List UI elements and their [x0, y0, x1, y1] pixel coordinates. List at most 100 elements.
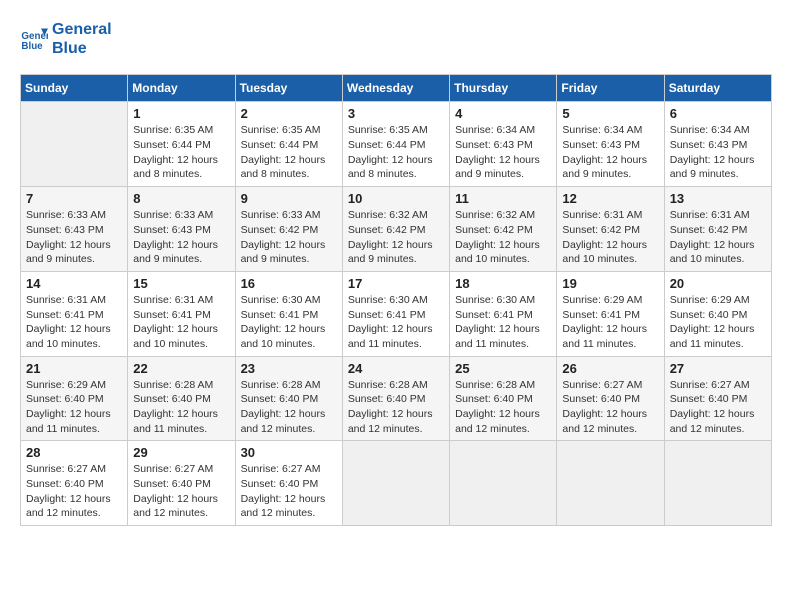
day-info: Sunrise: 6:33 AMSunset: 6:43 PMDaylight:… [26, 208, 122, 267]
calendar-body: 1 Sunrise: 6:35 AMSunset: 6:44 PMDaylight… [21, 102, 772, 526]
day-number: 4 [455, 106, 551, 121]
day-number: 30 [241, 445, 337, 460]
calendar-cell: 24 Sunrise: 6:28 AMSunset: 6:40 PMDayligh… [342, 356, 449, 441]
day-info: Sunrise: 6:35 AMSunset: 6:44 PMDaylight:… [241, 123, 337, 182]
calendar-cell: 29 Sunrise: 6:27 AMSunset: 6:40 PMDayligh… [128, 441, 235, 526]
day-number: 29 [133, 445, 229, 460]
day-info: Sunrise: 6:27 AMSunset: 6:40 PMDaylight:… [241, 462, 337, 521]
day-number: 11 [455, 191, 551, 206]
header-cell-tuesday: Tuesday [235, 75, 342, 102]
day-info: Sunrise: 6:28 AMSunset: 6:40 PMDaylight:… [241, 378, 337, 437]
day-number: 15 [133, 276, 229, 291]
day-number: 2 [241, 106, 337, 121]
day-info: Sunrise: 6:30 AMSunset: 6:41 PMDaylight:… [455, 293, 551, 352]
day-info: Sunrise: 6:27 AMSunset: 6:40 PMDaylight:… [26, 462, 122, 521]
day-info: Sunrise: 6:33 AMSunset: 6:43 PMDaylight:… [133, 208, 229, 267]
calendar-cell: 16 Sunrise: 6:30 AMSunset: 6:41 PMDayligh… [235, 271, 342, 356]
calendar-cell: 2 Sunrise: 6:35 AMSunset: 6:44 PMDaylight… [235, 102, 342, 187]
day-number: 16 [241, 276, 337, 291]
calendar-cell: 4 Sunrise: 6:34 AMSunset: 6:43 PMDaylight… [450, 102, 557, 187]
day-number: 13 [670, 191, 766, 206]
day-number: 24 [348, 361, 444, 376]
week-row-1: 7Sunrise: 6:33 AMSunset: 6:43 PMDaylight… [21, 187, 772, 272]
calendar-cell: 3 Sunrise: 6:35 AMSunset: 6:44 PMDaylight… [342, 102, 449, 187]
day-info: Sunrise: 6:31 AMSunset: 6:41 PMDaylight:… [133, 293, 229, 352]
calendar-cell: 26 Sunrise: 6:27 AMSunset: 6:40 PMDayligh… [557, 356, 664, 441]
calendar-cell: 19 Sunrise: 6:29 AMSunset: 6:41 PMDayligh… [557, 271, 664, 356]
day-info: Sunrise: 6:34 AMSunset: 6:43 PMDaylight:… [455, 123, 551, 182]
day-info: Sunrise: 6:31 AMSunset: 6:41 PMDaylight:… [26, 293, 122, 352]
day-number: 8 [133, 191, 229, 206]
day-info: Sunrise: 6:31 AMSunset: 6:42 PMDaylight:… [562, 208, 658, 267]
day-number: 18 [455, 276, 551, 291]
day-info: Sunrise: 6:28 AMSunset: 6:40 PMDaylight:… [455, 378, 551, 437]
week-row-2: 14 Sunrise: 6:31 AMSunset: 6:41 PMDayligh… [21, 271, 772, 356]
day-info: Sunrise: 6:30 AMSunset: 6:41 PMDaylight:… [241, 293, 337, 352]
day-info: Sunrise: 6:27 AMSunset: 6:40 PMDaylight:… [133, 462, 229, 521]
day-number: 6 [670, 106, 766, 121]
logo-icon: General Blue [20, 25, 48, 53]
calendar-cell: 18 Sunrise: 6:30 AMSunset: 6:41 PMDayligh… [450, 271, 557, 356]
day-info: Sunrise: 6:35 AMSunset: 6:44 PMDaylight:… [133, 123, 229, 182]
header-cell-sunday: Sunday [21, 75, 128, 102]
day-number: 12 [562, 191, 658, 206]
day-number: 3 [348, 106, 444, 121]
page-header: General Blue General Blue [20, 20, 772, 58]
calendar-cell [342, 441, 449, 526]
day-info: Sunrise: 6:35 AMSunset: 6:44 PMDaylight:… [348, 123, 444, 182]
day-number: 22 [133, 361, 229, 376]
header-row: SundayMondayTuesdayWednesdayThursdayFrid… [21, 75, 772, 102]
calendar-cell: 8 Sunrise: 6:33 AMSunset: 6:43 PMDaylight… [128, 187, 235, 272]
day-info: Sunrise: 6:27 AMSunset: 6:40 PMDaylight:… [670, 378, 766, 437]
calendar-cell: 23 Sunrise: 6:28 AMSunset: 6:40 PMDayligh… [235, 356, 342, 441]
calendar-cell: 22 Sunrise: 6:28 AMSunset: 6:40 PMDayligh… [128, 356, 235, 441]
calendar-cell: 13Sunrise: 6:31 AMSunset: 6:42 PMDayligh… [664, 187, 771, 272]
day-info: Sunrise: 6:28 AMSunset: 6:40 PMDaylight:… [133, 378, 229, 437]
calendar-cell: 15 Sunrise: 6:31 AMSunset: 6:41 PMDayligh… [128, 271, 235, 356]
logo: General Blue General Blue [20, 20, 112, 58]
calendar-cell [450, 441, 557, 526]
calendar-cell: 25Sunrise: 6:28 AMSunset: 6:40 PMDayligh… [450, 356, 557, 441]
day-info: Sunrise: 6:33 AMSunset: 6:42 PMDaylight:… [241, 208, 337, 267]
header-cell-thursday: Thursday [450, 75, 557, 102]
day-info: Sunrise: 6:28 AMSunset: 6:40 PMDaylight:… [348, 378, 444, 437]
calendar-cell: 1 Sunrise: 6:35 AMSunset: 6:44 PMDaylight… [128, 102, 235, 187]
day-info: Sunrise: 6:30 AMSunset: 6:41 PMDaylight:… [348, 293, 444, 352]
calendar-cell: 7Sunrise: 6:33 AMSunset: 6:43 PMDaylight… [21, 187, 128, 272]
day-number: 17 [348, 276, 444, 291]
day-number: 26 [562, 361, 658, 376]
calendar-cell: 5 Sunrise: 6:34 AMSunset: 6:43 PMDaylight… [557, 102, 664, 187]
day-number: 5 [562, 106, 658, 121]
calendar-cell: 27Sunrise: 6:27 AMSunset: 6:40 PMDayligh… [664, 356, 771, 441]
calendar-cell [557, 441, 664, 526]
svg-text:Blue: Blue [21, 41, 43, 52]
calendar-cell: 30 Sunrise: 6:27 AMSunset: 6:40 PMDayligh… [235, 441, 342, 526]
week-row-4: 28 Sunrise: 6:27 AMSunset: 6:40 PMDayligh… [21, 441, 772, 526]
calendar-cell: 11Sunrise: 6:32 AMSunset: 6:42 PMDayligh… [450, 187, 557, 272]
day-info: Sunrise: 6:34 AMSunset: 6:43 PMDaylight:… [670, 123, 766, 182]
day-info: Sunrise: 6:29 AMSunset: 6:40 PMDaylight:… [26, 378, 122, 437]
day-info: Sunrise: 6:32 AMSunset: 6:42 PMDaylight:… [348, 208, 444, 267]
day-number: 14 [26, 276, 122, 291]
day-number: 19 [562, 276, 658, 291]
calendar-table: SundayMondayTuesdayWednesdayThursdayFrid… [20, 74, 772, 526]
header-cell-monday: Monday [128, 75, 235, 102]
calendar-header: SundayMondayTuesdayWednesdayThursdayFrid… [21, 75, 772, 102]
calendar-cell: 10 Sunrise: 6:32 AMSunset: 6:42 PMDayligh… [342, 187, 449, 272]
day-info: Sunrise: 6:27 AMSunset: 6:40 PMDaylight:… [562, 378, 658, 437]
header-cell-wednesday: Wednesday [342, 75, 449, 102]
calendar-cell: 17 Sunrise: 6:30 AMSunset: 6:41 PMDayligh… [342, 271, 449, 356]
day-number: 10 [348, 191, 444, 206]
week-row-3: 21Sunrise: 6:29 AMSunset: 6:40 PMDayligh… [21, 356, 772, 441]
week-row-0: 1 Sunrise: 6:35 AMSunset: 6:44 PMDaylight… [21, 102, 772, 187]
calendar-cell: 6 Sunrise: 6:34 AMSunset: 6:43 PMDaylight… [664, 102, 771, 187]
day-info: Sunrise: 6:34 AMSunset: 6:43 PMDaylight:… [562, 123, 658, 182]
calendar-cell: 12 Sunrise: 6:31 AMSunset: 6:42 PMDayligh… [557, 187, 664, 272]
day-number: 20 [670, 276, 766, 291]
day-number: 23 [241, 361, 337, 376]
day-info: Sunrise: 6:29 AMSunset: 6:41 PMDaylight:… [562, 293, 658, 352]
day-number: 1 [133, 106, 229, 121]
calendar-cell: 20Sunrise: 6:29 AMSunset: 6:40 PMDayligh… [664, 271, 771, 356]
day-number: 28 [26, 445, 122, 460]
calendar-cell: 9Sunrise: 6:33 AMSunset: 6:42 PMDaylight… [235, 187, 342, 272]
